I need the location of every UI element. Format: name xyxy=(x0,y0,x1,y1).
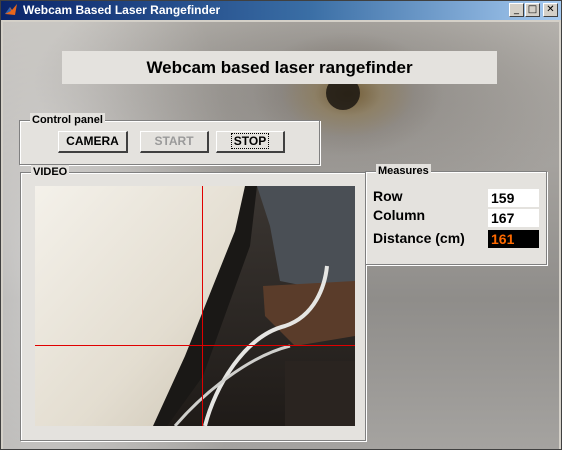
maximize-button[interactable]: □ xyxy=(525,3,540,17)
video-feed[interactable] xyxy=(35,186,355,426)
row-value: 159 xyxy=(488,189,539,207)
crosshair-horizontal xyxy=(35,345,355,346)
row-label: Row xyxy=(373,188,403,204)
video-legend: VIDEO xyxy=(31,165,70,179)
camera-button-label: CAMERA xyxy=(66,134,119,148)
app-window: Webcam Based Laser Rangefinder _ □ ✕ Web… xyxy=(0,0,562,450)
app-banner: Webcam based laser rangefinder xyxy=(62,51,497,84)
figure-background: Webcam based laser rangefinder Control p… xyxy=(3,22,559,449)
window-title: Webcam Based Laser Rangefinder xyxy=(23,3,221,17)
start-button-label: START xyxy=(154,134,194,148)
minimize-icon: _ xyxy=(514,4,519,15)
start-button[interactable]: START xyxy=(140,131,209,153)
close-icon: ✕ xyxy=(546,4,555,15)
measures-panel: Measures Row 159 Column 167 Distance (cm… xyxy=(365,164,547,265)
column-label: Column xyxy=(373,207,426,223)
maximize-icon: □ xyxy=(527,4,538,15)
matlab-logo-icon xyxy=(5,4,17,15)
minimize-button[interactable]: _ xyxy=(509,3,524,17)
control-panel: Control panel CAMERA START STOP xyxy=(19,113,320,165)
app-banner-title: Webcam based laser rangefinder xyxy=(146,58,413,77)
close-button[interactable]: ✕ xyxy=(543,3,558,17)
stop-button-label: STOP xyxy=(230,133,270,149)
video-panel: VIDEO xyxy=(20,165,366,441)
camera-button[interactable]: CAMERA xyxy=(58,131,128,153)
column-value: 167 xyxy=(488,209,539,227)
webcam-frame xyxy=(35,186,355,426)
distance-label: Distance (cm) xyxy=(373,230,465,246)
crosshair-vertical xyxy=(202,186,203,426)
distance-value: 161 xyxy=(488,230,539,248)
control-panel-legend: Control panel xyxy=(30,113,105,127)
stop-button[interactable]: STOP xyxy=(216,131,285,153)
measures-legend: Measures xyxy=(376,164,431,178)
title-bar[interactable]: Webcam Based Laser Rangefinder _ □ ✕ xyxy=(1,1,561,20)
